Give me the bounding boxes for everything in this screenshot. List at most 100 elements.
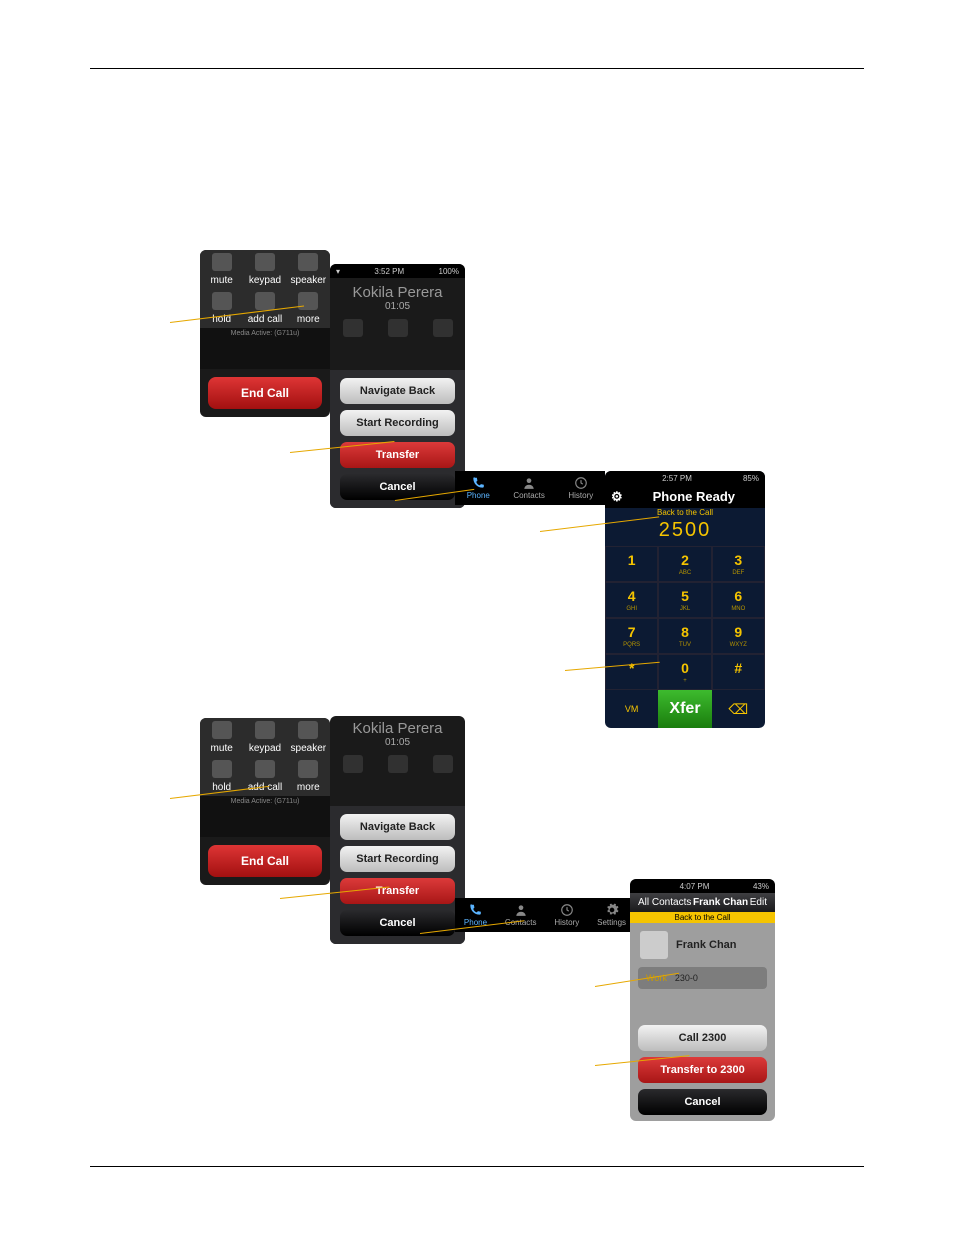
status-bar: ▾ 3:52 PM 100% (330, 264, 465, 278)
dialed-number: 2500 (605, 517, 765, 546)
mute-button[interactable]: mute (200, 718, 243, 757)
tab-settings[interactable]: Settings (597, 903, 626, 927)
mute-button[interactable]: mute (200, 250, 243, 289)
clock-icon (560, 903, 574, 917)
key-0[interactable]: 0+ (658, 654, 711, 690)
xfer-button[interactable]: Xfer (658, 690, 711, 728)
start-recording-button[interactable]: Start Recording (340, 846, 455, 872)
tab-phone-label: Phone (467, 491, 490, 500)
transfer-button[interactable]: Transfer (340, 878, 455, 904)
media-status: Media Active: (G711u) (200, 328, 330, 339)
tab-history-label: History (568, 491, 593, 500)
call-screen-a: mute keypad speaker hold add call more M… (200, 250, 330, 417)
back-to-call-button[interactable]: Back to the Call (630, 912, 775, 923)
key-5[interactable]: 5JKL (658, 582, 711, 618)
contact-sheet: 4:07 PM43% All Contacts Frank Chan Edit … (630, 879, 775, 1121)
key-3[interactable]: 3DEF (712, 546, 765, 582)
keypad: 1 2ABC 3DEF 4GHI 5JKL 6MNO 7PQRS 8TUV 9W… (605, 546, 765, 690)
start-recording-button[interactable]: Start Recording (340, 410, 455, 436)
navigate-back-button[interactable]: Navigate Back (340, 814, 455, 840)
caller-name: Kokila Perera (330, 720, 465, 737)
all-contacts-button[interactable]: All Contacts (638, 897, 691, 908)
tab-history[interactable]: History (568, 476, 593, 500)
more-sheet-a: ▾ 3:52 PM 100% Kokila Perera 01:05 Navigat… (330, 264, 465, 508)
contact-status-bar: 4:07 PM 43% (630, 879, 775, 893)
tab-contacts[interactable]: Contacts (513, 476, 545, 500)
cancel-button[interactable]: Cancel (638, 1089, 767, 1115)
tab-phone[interactable]: Phone (464, 903, 487, 927)
rule-bottom (90, 1166, 864, 1167)
tab-bar-a: Phone Contacts History (455, 471, 605, 505)
status-time: 3:52 PM (374, 267, 404, 276)
cancel-button[interactable]: Cancel (340, 910, 455, 936)
call-duration: 01:05 (330, 737, 465, 748)
key-hash[interactable]: # (712, 654, 765, 690)
avatar (640, 931, 668, 959)
contact-title: Frank Chan (693, 897, 748, 908)
phone-ready-label: Phone Ready (653, 489, 735, 504)
caller-name: Kokila Perera (330, 284, 465, 301)
settings-icon[interactable]: ⚙ (611, 489, 623, 505)
more-button[interactable]: more (287, 757, 330, 796)
more-label: more (297, 314, 320, 325)
edit-button[interactable]: Edit (750, 897, 767, 908)
addcall-label: add call (248, 314, 282, 325)
call-screen-b: mute keypad speaker hold add call more M… (200, 718, 330, 885)
key-1[interactable]: 1 (605, 546, 658, 582)
more-button[interactable]: more (287, 289, 330, 328)
status-batt: 100% (439, 267, 459, 276)
dialer-status-batt: 85% (743, 474, 759, 483)
call-button[interactable]: Call 2300 (638, 1025, 767, 1051)
key-4[interactable]: 4GHI (605, 582, 658, 618)
mute-label: mute (211, 275, 233, 286)
rule-top (90, 68, 864, 69)
tab-history-label: History (554, 918, 579, 927)
keypad-button[interactable]: keypad (243, 718, 286, 757)
dialer-status-bar: 2:57 PM 85% (605, 471, 765, 485)
mute-label: mute (211, 743, 233, 754)
key-7[interactable]: 7PQRS (605, 618, 658, 654)
carrier-icon: ▾ (336, 267, 340, 276)
addcall-button[interactable]: add call (243, 757, 286, 796)
gear-icon (605, 903, 619, 917)
dialer-screen: 2:57 PM 85% ⚙ Phone Ready Back to the Call… (605, 471, 765, 728)
navigate-back-button[interactable]: Navigate Back (340, 378, 455, 404)
contact-row-name: Frank Chan (676, 939, 737, 951)
contact-status-batt: 43% (753, 882, 769, 891)
speaker-button[interactable]: speaker (287, 718, 330, 757)
call-duration: 01:05 (330, 301, 465, 312)
keypad-button[interactable]: keypad (243, 250, 286, 289)
tab-contacts-label: Contacts (513, 491, 545, 500)
tab-contacts[interactable]: Contacts (505, 903, 537, 927)
tab-phone[interactable]: Phone (467, 476, 490, 500)
speaker-button[interactable]: speaker (287, 250, 330, 289)
contact-status-time: 4:07 PM (680, 882, 710, 891)
person-icon (522, 476, 536, 490)
backspace-button[interactable]: ⌫ (712, 690, 765, 728)
more-sheet-b: Kokila Perera 01:05 Navigate Back Start … (330, 716, 465, 944)
tab-bar-b: Phone Contacts History Settings (455, 898, 635, 932)
key-2[interactable]: 2ABC (658, 546, 711, 582)
keypad-label: keypad (249, 743, 281, 754)
transfer-to-button[interactable]: Transfer to 2300 (638, 1057, 767, 1083)
tab-history[interactable]: History (554, 903, 579, 927)
clock-icon (574, 476, 588, 490)
back-to-call-button[interactable]: Back to the Call (605, 508, 765, 517)
hold-button[interactable]: hold (200, 289, 243, 328)
key-6[interactable]: 6MNO (712, 582, 765, 618)
cancel-button[interactable]: Cancel (340, 474, 455, 500)
key-9[interactable]: 9WXYZ (712, 618, 765, 654)
tab-settings-label: Settings (597, 918, 626, 927)
end-call-button[interactable]: End Call (208, 845, 322, 877)
contact-phone-row[interactable]: Work 230-0 (638, 967, 767, 989)
voicemail-button[interactable]: VM (605, 690, 658, 728)
person-icon (514, 903, 528, 917)
dialer-status-time: 2:57 PM (662, 474, 692, 483)
end-call-button[interactable]: End Call (208, 377, 322, 409)
speaker-label: speaker (291, 743, 327, 754)
phone-number: 230-0 (675, 973, 698, 983)
key-star[interactable]: * (605, 654, 658, 690)
keypad-label: keypad (249, 275, 281, 286)
speaker-label: speaker (291, 275, 327, 286)
key-8[interactable]: 8TUV (658, 618, 711, 654)
